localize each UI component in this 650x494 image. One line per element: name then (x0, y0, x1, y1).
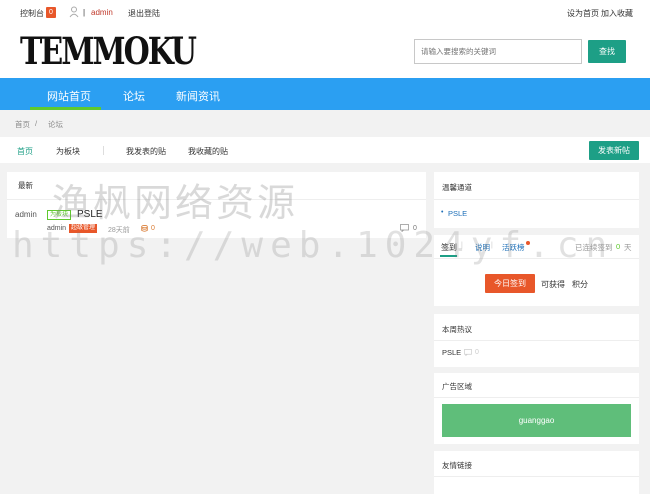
ad-area-title: 广告区域 (442, 382, 472, 391)
site-logo[interactable]: TEMMOKU (20, 30, 197, 74)
search-button[interactable]: 查找 (588, 40, 626, 63)
site-header: TEMMOKU 查找 (0, 24, 650, 78)
board-entry-link[interactable]: PSLE (448, 209, 467, 218)
ad-banner[interactable]: guanggao (442, 404, 631, 437)
divider (434, 397, 639, 398)
new-post-button[interactable]: 发表新帖 (589, 141, 639, 160)
breadcrumb-current[interactable]: 论坛 (48, 119, 63, 130)
reward-label: 可获得 (541, 280, 565, 289)
subnav-home[interactable]: 首页 (17, 146, 33, 157)
logout-link[interactable]: 退出登陆 (128, 8, 160, 19)
console-count-badge: 0 (46, 7, 56, 18)
hot-item-count: 0 (475, 349, 479, 356)
post-author[interactable]: admin (15, 210, 37, 219)
nav-item-home[interactable]: 网站首页 (47, 88, 91, 104)
friend-links-title: 友情链接 (442, 461, 472, 470)
divider (434, 476, 639, 477)
separator: | (461, 242, 463, 249)
friend-links-card: 友情链接 (434, 451, 639, 494)
divider (434, 258, 639, 259)
subnav-board[interactable]: 为板块 (56, 146, 80, 157)
signin-button[interactable]: 今日签到 (485, 274, 535, 293)
tab-signin[interactable]: 签到 (441, 242, 457, 253)
new-dot (526, 241, 530, 245)
add-favorite-link[interactable]: 加入收藏 (601, 8, 633, 19)
top-bar: 控制台 0 | admin 退出登陆 设为首页 加入收藏 (0, 0, 650, 24)
post-time: 28天前 (108, 227, 130, 234)
tab-active-ranking[interactable]: 活跃榜 (502, 242, 525, 253)
bullet: • (441, 209, 444, 216)
divider (103, 146, 104, 155)
streak-suffix: 天 (624, 243, 632, 252)
role-badge: 超级管理 (69, 224, 98, 233)
nav-item-forum[interactable]: 论坛 (123, 88, 145, 104)
signin-card: 签到 | 说明 | 活跃榜 已连续签到 0 天 可获得 积分 (434, 235, 639, 306)
hot-item-link[interactable]: PSLE (442, 348, 461, 357)
board-tag[interactable]: 为板块 (47, 210, 72, 220)
separator: | (83, 8, 86, 17)
feed-header: 最新 (18, 181, 33, 190)
latest-posts-card: 最新 admin 为板块 PSLE admin 超级管理 28天前 0 0 (7, 172, 426, 238)
board-entry-card: 温馨通道 • PSLE (434, 172, 639, 228)
streak-prefix: 已连续签到 (575, 243, 613, 252)
comment-icon (464, 349, 472, 356)
post-poster[interactable]: admin (47, 225, 66, 232)
separator: | (491, 242, 493, 249)
divider (7, 199, 426, 200)
forum-subnav: 首页 为板块 我发表的贴 我收藏的贴 发表新帖 (0, 137, 650, 163)
database-icon (141, 225, 148, 232)
console-link[interactable]: 控制台 (20, 8, 44, 19)
breadcrumb: 首页 / 论坛 (0, 110, 650, 136)
subnav-my-favorites[interactable]: 我收藏的贴 (188, 146, 228, 157)
comment-icon (400, 224, 409, 232)
board-entry-title: 温馨通道 (442, 183, 472, 192)
search-input[interactable] (414, 39, 582, 64)
tab-active-indicator (440, 255, 457, 257)
weekly-hot-title: 本周热议 (442, 325, 472, 334)
breadcrumb-separator: / (35, 119, 38, 128)
tab-rules[interactable]: 说明 (475, 242, 490, 253)
streak-days: 0 (616, 242, 621, 251)
set-home-link[interactable]: 设为首页 (567, 8, 599, 19)
post-title[interactable]: PSLE (77, 209, 103, 220)
divider (434, 340, 639, 341)
nav-item-news[interactable]: 新闻资讯 (176, 88, 220, 104)
post-views: 0 (151, 225, 155, 232)
post-replies: 0 (413, 225, 417, 232)
username-link[interactable]: admin (91, 8, 113, 17)
main-nav: 网站首页 论坛 新闻资讯 (0, 78, 650, 110)
breadcrumb-home[interactable]: 首页 (15, 119, 30, 130)
divider (434, 199, 639, 200)
user-icon (69, 6, 79, 18)
points-label: 积分 (572, 280, 588, 289)
weekly-hot-card: 本周热议 PSLE 0 (434, 314, 639, 367)
subnav-my-posts[interactable]: 我发表的贴 (126, 146, 166, 157)
